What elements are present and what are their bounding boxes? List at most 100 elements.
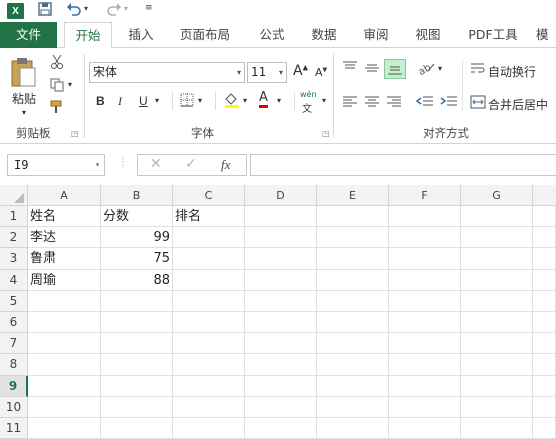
borders-icon[interactable] — [180, 93, 194, 110]
name-box-dropdown-icon[interactable]: ▾ — [95, 155, 100, 175]
phonetic-guide-button[interactable]: wén — [300, 90, 317, 99]
grow-font-button[interactable]: A▲ — [293, 63, 308, 79]
tab-insert[interactable]: 插入 — [118, 22, 164, 48]
merge-center-label[interactable]: 合并后居中 — [488, 96, 548, 113]
cell[interactable] — [389, 227, 461, 249]
cell[interactable] — [389, 290, 461, 312]
cell[interactable] — [461, 375, 533, 397]
formula-input[interactable] — [250, 154, 556, 176]
align-right-icon[interactable] — [386, 95, 402, 112]
cell[interactable] — [28, 418, 101, 439]
column-header-a[interactable]: A — [28, 185, 101, 206]
cell[interactable] — [389, 396, 461, 418]
cell[interactable] — [245, 269, 317, 291]
cell[interactable] — [245, 418, 317, 439]
fill-color-icon[interactable] — [223, 91, 241, 112]
cell[interactable] — [101, 354, 173, 376]
phonetic-dropdown-icon[interactable]: ▾ — [322, 96, 326, 105]
cell[interactable] — [461, 227, 533, 249]
cell[interactable] — [317, 375, 389, 397]
wrap-text-label[interactable]: 自动换行 — [488, 63, 536, 80]
cell[interactable] — [389, 312, 461, 334]
row-header[interactable]: 1 — [0, 206, 28, 228]
column-header-f[interactable]: F — [389, 185, 461, 206]
undo-icon[interactable] — [66, 2, 82, 20]
font-size-dropdown-icon[interactable]: ▾ — [279, 63, 283, 82]
cell[interactable] — [101, 396, 173, 418]
cell[interactable] — [245, 248, 317, 270]
column-header-b[interactable]: B — [101, 185, 173, 206]
cell[interactable] — [28, 354, 101, 376]
row-header[interactable]: 8 — [0, 354, 28, 376]
worksheet-grid[interactable]: A B C D E F G 1 姓名 分数 排名 2 李达 99 3 鲁肃 75 4 周瑜 88 5 6 7 8… — [0, 185, 556, 439]
tab-truncated[interactable]: 模 — [536, 22, 556, 48]
tab-file[interactable]: 文件 — [0, 22, 57, 48]
italic-button[interactable]: I — [118, 94, 122, 109]
tab-page-layout[interactable]: 页面布局 — [172, 22, 238, 48]
cell[interactable] — [533, 396, 556, 418]
cell[interactable] — [245, 312, 317, 334]
cell[interactable] — [28, 375, 101, 397]
cell[interactable] — [317, 227, 389, 249]
customize-qat-icon[interactable]: ≡ — [145, 3, 153, 13]
row-header[interactable]: 10 — [0, 396, 28, 418]
cell[interactable] — [317, 354, 389, 376]
cell[interactable] — [245, 206, 317, 228]
cell[interactable] — [461, 248, 533, 270]
align-left-icon[interactable] — [342, 95, 358, 112]
cell[interactable] — [533, 248, 556, 270]
paste-icon[interactable] — [10, 56, 38, 91]
cell[interactable] — [101, 333, 173, 355]
cell[interactable] — [28, 333, 101, 355]
cell[interactable] — [173, 375, 245, 397]
cell[interactable] — [533, 269, 556, 291]
bold-button[interactable]: B — [96, 94, 105, 108]
redo-dropdown-icon[interactable]: ▾ — [124, 4, 128, 13]
underline-button[interactable]: U — [139, 94, 148, 108]
cell[interactable] — [28, 312, 101, 334]
cut-icon[interactable] — [50, 54, 64, 73]
paste-dropdown-icon[interactable]: ▾ — [22, 108, 26, 117]
undo-dropdown-icon[interactable]: ▾ — [84, 4, 88, 13]
underline-dropdown-icon[interactable]: ▾ — [155, 96, 159, 105]
cell[interactable] — [461, 354, 533, 376]
align-bottom-button[interactable] — [384, 59, 406, 79]
cell[interactable] — [28, 396, 101, 418]
cell[interactable] — [245, 290, 317, 312]
column-header-c[interactable]: C — [173, 185, 245, 206]
format-painter-icon[interactable] — [50, 100, 66, 117]
save-icon[interactable] — [38, 2, 52, 20]
cell[interactable]: 李达 — [28, 227, 101, 249]
cancel-icon[interactable]: ✕ — [150, 156, 162, 172]
cell[interactable] — [173, 248, 245, 270]
cell[interactable] — [101, 375, 173, 397]
cell[interactable] — [173, 312, 245, 334]
cell[interactable] — [389, 418, 461, 439]
cell[interactable] — [101, 418, 173, 439]
tab-home[interactable]: 开始 — [64, 22, 112, 49]
align-middle-icon[interactable] — [364, 61, 380, 78]
font-name-combo[interactable]: 宋体 ▾ — [89, 62, 245, 83]
shrink-font-button[interactable]: A▼ — [315, 66, 327, 79]
cell[interactable]: 周瑜 — [28, 269, 101, 291]
cell[interactable]: 排名 — [173, 206, 245, 228]
cell[interactable] — [533, 290, 556, 312]
column-header-h[interactable] — [533, 185, 556, 206]
cell[interactable] — [533, 206, 556, 228]
cell[interactable]: 鲁肃 — [28, 248, 101, 270]
cell[interactable] — [389, 354, 461, 376]
name-box[interactable]: I9 ▾ — [7, 154, 105, 176]
row-header[interactable]: 7 — [0, 333, 28, 355]
cell[interactable]: 分数 — [101, 206, 173, 228]
cell[interactable]: 88 — [101, 269, 173, 291]
cell[interactable] — [245, 227, 317, 249]
cell[interactable] — [461, 418, 533, 439]
cell[interactable] — [461, 312, 533, 334]
font-color-button[interactable]: A — [259, 91, 268, 108]
cell[interactable] — [533, 354, 556, 376]
cell[interactable] — [389, 248, 461, 270]
cell[interactable] — [245, 333, 317, 355]
cell[interactable] — [461, 333, 533, 355]
tab-data[interactable]: 数据 — [302, 22, 346, 48]
cell[interactable] — [173, 418, 245, 439]
